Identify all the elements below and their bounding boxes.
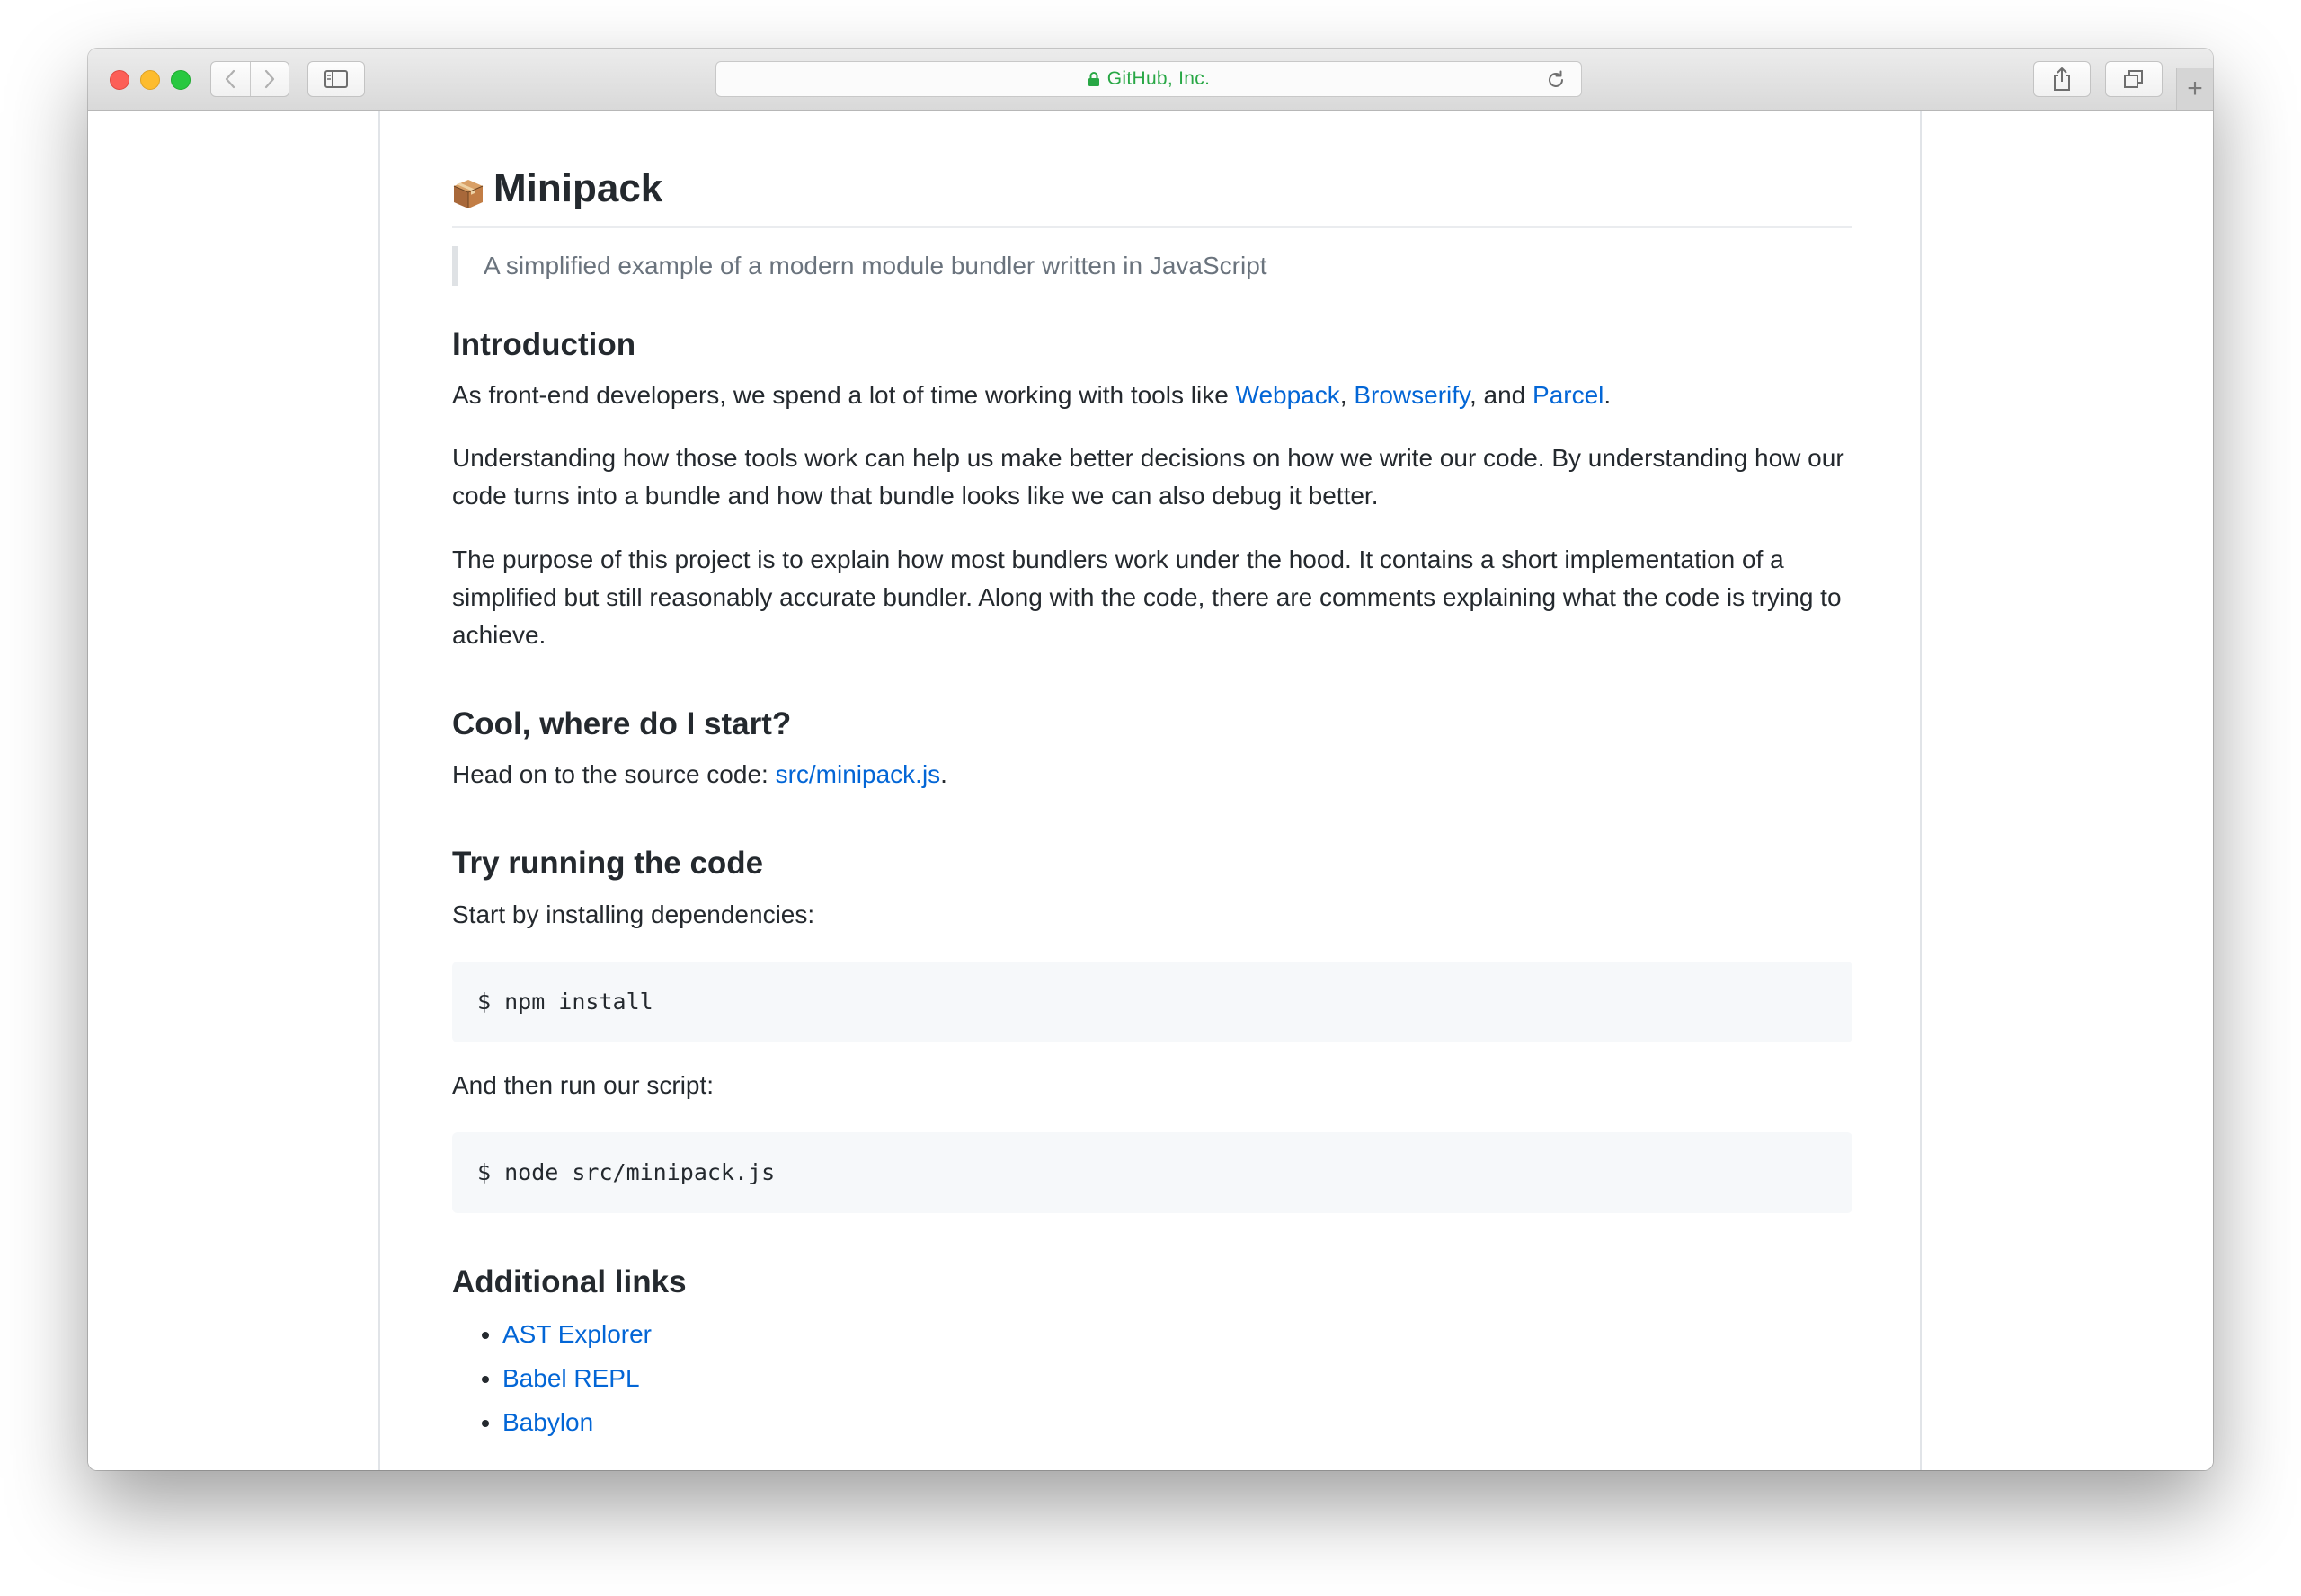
history-navigation: [210, 61, 289, 97]
intro-paragraph-3: The purpose of this project is to explai…: [452, 545, 1842, 649]
sidebar-icon: [324, 70, 348, 88]
run-instruction: And then run our script:: [452, 1071, 715, 1099]
intro-p1-sep1: ,: [1339, 381, 1355, 409]
intro-paragraph-2: Understanding how those tools work can h…: [452, 444, 1844, 510]
site-identity-label: GitHub, Inc.: [1106, 68, 1211, 89]
reload-icon: [1549, 70, 1563, 87]
babylon-link[interactable]: Babylon: [502, 1408, 593, 1436]
browser-window: GitHub, Inc. + Minipack A simplified exa…: [88, 49, 2213, 1470]
heading-try-running: Try running the code: [452, 846, 764, 881]
browser-toolbar: GitHub, Inc. +: [88, 49, 2213, 111]
chevron-right-icon: [264, 69, 274, 89]
package-icon: [452, 174, 484, 208]
screenshot-stage: GitHub, Inc. + Minipack A simplified exa…: [0, 0, 2301, 1596]
intro-paragraph-1: As front-end developers, we spend a lot …: [452, 377, 1852, 414]
heading-additional-links: Additional links: [452, 1264, 687, 1299]
code-block-install: $ npm install: [452, 962, 1852, 1042]
close-window-button[interactable]: [110, 70, 129, 90]
start-text-end: .: [940, 760, 947, 788]
intro-p1-end: .: [1604, 381, 1612, 409]
start-paragraph: Head on to the source code: src/minipack…: [452, 756, 1852, 794]
list-item: Babylon: [502, 1400, 652, 1444]
minimize-window-button[interactable]: [140, 70, 160, 90]
lock-icon: [1088, 72, 1099, 86]
heading-where-to-start: Cool, where do I start?: [452, 706, 792, 741]
page-viewport: Minipack A simplified example of a moder…: [88, 111, 2213, 1470]
webpack-link[interactable]: Webpack: [1236, 381, 1340, 409]
readme-title-text: Minipack: [493, 166, 663, 210]
heading-introduction: Introduction: [452, 327, 636, 362]
tab-overview-button[interactable]: [2105, 61, 2163, 97]
chevron-left-icon: [226, 69, 235, 89]
tabs-icon: [2124, 70, 2143, 88]
address-bar[interactable]: GitHub, Inc.: [715, 61, 1582, 97]
additional-links-list: AST Explorer Babel REPL Babylon: [452, 1312, 652, 1444]
browserify-link[interactable]: Browserify: [1354, 381, 1470, 409]
plus-icon: +: [2187, 74, 2203, 103]
list-item: AST Explorer: [502, 1312, 652, 1356]
tagline-blockquote: A simplified example of a modern module …: [452, 246, 1267, 286]
intro-p1-sep2: , and: [1469, 381, 1533, 409]
zoom-window-button[interactable]: [171, 70, 191, 90]
sidebar-toggle-button[interactable]: [307, 61, 365, 97]
readme-title: Minipack: [452, 165, 1852, 228]
ast-explorer-link[interactable]: AST Explorer: [502, 1320, 652, 1348]
reload-button[interactable]: [1545, 69, 1567, 95]
forward-button[interactable]: [249, 62, 289, 96]
address-bar-content: GitHub, Inc.: [716, 62, 1581, 96]
start-text: Head on to the source code:: [452, 760, 776, 788]
parcel-link[interactable]: Parcel: [1533, 381, 1604, 409]
code-block-run: $ node src/minipack.js: [452, 1132, 1852, 1213]
install-instruction: Start by installing dependencies:: [452, 900, 815, 928]
back-button[interactable]: [211, 62, 250, 96]
list-item: Babel REPL: [502, 1356, 652, 1400]
intro-p1-text: As front-end developers, we spend a lot …: [452, 381, 1236, 409]
share-icon: [2054, 67, 2070, 91]
babel-repl-link[interactable]: Babel REPL: [502, 1364, 640, 1392]
readme-container: Minipack A simplified example of a moder…: [378, 111, 1922, 1470]
new-tab-button[interactable]: +: [2176, 68, 2213, 110]
share-button[interactable]: [2033, 61, 2091, 97]
minipack-source-link[interactable]: src/minipack.js: [776, 760, 941, 788]
